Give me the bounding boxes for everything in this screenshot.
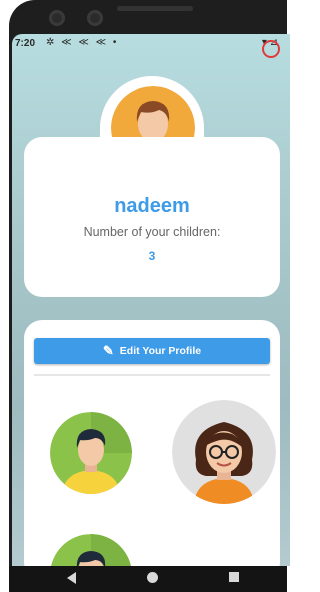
divider bbox=[34, 374, 270, 376]
children-card: ✎ Edit Your Profile bbox=[24, 320, 280, 566]
children-count-value: 3 bbox=[148, 249, 156, 263]
nav-recents-icon[interactable] bbox=[229, 572, 239, 582]
boy-avatar-icon bbox=[50, 412, 132, 494]
child-avatar-1[interactable] bbox=[50, 412, 132, 494]
status-time: 7:20 bbox=[15, 38, 36, 49]
app-screen: 7:20 ✲ ≪ ≪ ≪ • ▾ ⊿ nadeem Number of your… bbox=[12, 34, 290, 566]
nav-back-icon[interactable] bbox=[67, 572, 76, 584]
refresh-icon[interactable] bbox=[262, 40, 280, 58]
earpiece bbox=[117, 6, 193, 11]
boy-avatar-icon bbox=[51, 534, 131, 566]
edit-profile-button[interactable]: ✎ Edit Your Profile bbox=[34, 338, 270, 364]
system-nav-bar bbox=[9, 566, 287, 592]
child-avatar-3[interactable] bbox=[50, 534, 132, 566]
edit-profile-label: Edit Your Profile bbox=[119, 345, 202, 357]
profile-name: nadeem bbox=[114, 195, 190, 217]
notification-icons: ✲ ≪ ≪ ≪ • bbox=[46, 37, 119, 48]
profile-card: nadeem Number of your children: 3 bbox=[24, 137, 280, 297]
child-avatar-2[interactable] bbox=[172, 400, 276, 504]
children-count-label: Number of your children: bbox=[83, 225, 221, 239]
status-bar: 7:20 ✲ ≪ ≪ ≪ • ▾ ⊿ bbox=[12, 34, 290, 54]
sensor-icon bbox=[49, 10, 65, 26]
nav-home-icon[interactable] bbox=[147, 572, 158, 583]
pencil-icon: ✎ bbox=[102, 343, 114, 358]
front-camera-icon bbox=[87, 10, 103, 26]
girl-with-glasses-avatar-icon bbox=[172, 400, 276, 504]
